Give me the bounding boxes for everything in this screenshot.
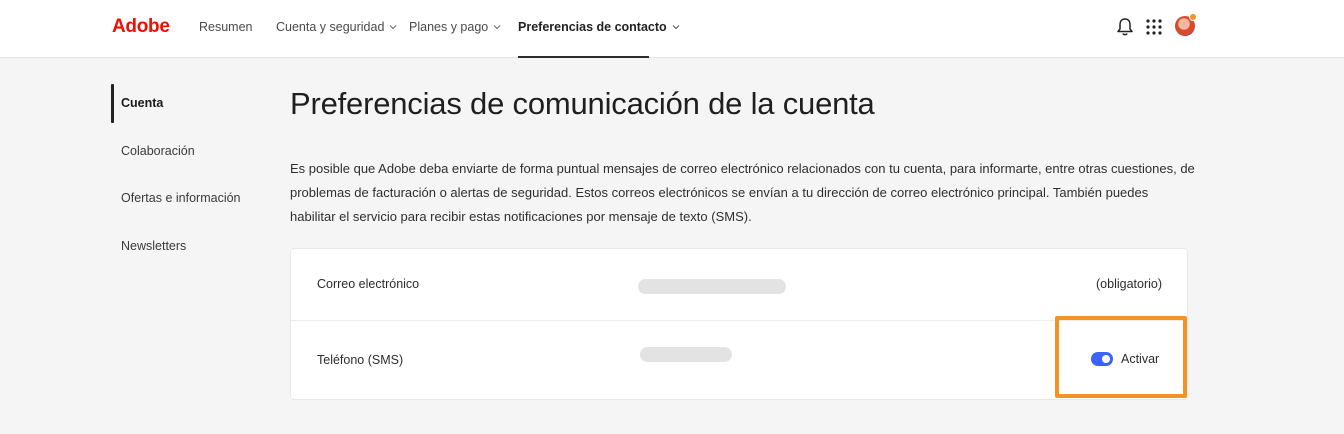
sidebar-item-colaboracion[interactable]: Colaboración <box>121 144 195 158</box>
chevron-down-icon <box>672 25 680 30</box>
nav-tab-label: Resumen <box>199 20 253 34</box>
communication-preferences-card: Correo electrónico (obligatorio) Teléfon… <box>290 248 1188 400</box>
sidebar-active-indicator <box>111 84 114 123</box>
sidebar-item-newsletters[interactable]: Newsletters <box>121 239 186 253</box>
chevron-down-icon <box>493 25 501 30</box>
notification-dot <box>1189 13 1197 21</box>
nav-tab-resumen[interactable]: Resumen <box>199 20 253 34</box>
row-divider <box>291 320 1187 321</box>
nav-tab-preferencias-contacto[interactable]: Preferencias de contacto <box>518 20 680 34</box>
active-tab-underline <box>518 56 649 58</box>
sms-toggle-label[interactable]: Activar <box>1121 352 1159 366</box>
adobe-logo[interactable]: Adobe <box>112 16 170 38</box>
apps-grid-icon[interactable] <box>1146 19 1162 35</box>
chevron-down-icon <box>390 25 397 30</box>
sidebar-item-cuenta[interactable]: Cuenta <box>121 96 163 110</box>
nav-tab-label: Cuenta y seguridad <box>276 20 385 34</box>
nav-tab-cuenta-seguridad[interactable]: Cuenta y seguridad <box>276 20 397 34</box>
page-title: Preferencias de comunicación de la cuent… <box>290 86 875 121</box>
email-required-status: (obligatorio) <box>1096 277 1163 291</box>
email-row-label: Correo electrónico <box>317 277 420 291</box>
phone-value-placeholder <box>640 347 732 362</box>
bell-icon[interactable] <box>1116 17 1134 37</box>
nav-tab-label: Planes y pago <box>409 20 489 34</box>
page-description: Es posible que Adobe deba enviarte de fo… <box>290 161 1195 224</box>
phone-row-label: Teléfono (SMS) <box>317 353 404 367</box>
nav-tab-label: Preferencias de contacto <box>518 20 667 34</box>
email-value-placeholder <box>638 279 786 294</box>
nav-tab-planes-pago[interactable]: Planes y pago <box>409 20 501 34</box>
sms-toggle-switch[interactable] <box>1091 352 1113 366</box>
sidebar-item-ofertas[interactable]: Ofertas e información <box>121 191 241 205</box>
toggle-knob <box>1102 355 1110 363</box>
top-navigation-bar: Adobe Resumen Cuenta y seguridad Planes … <box>0 0 1344 58</box>
